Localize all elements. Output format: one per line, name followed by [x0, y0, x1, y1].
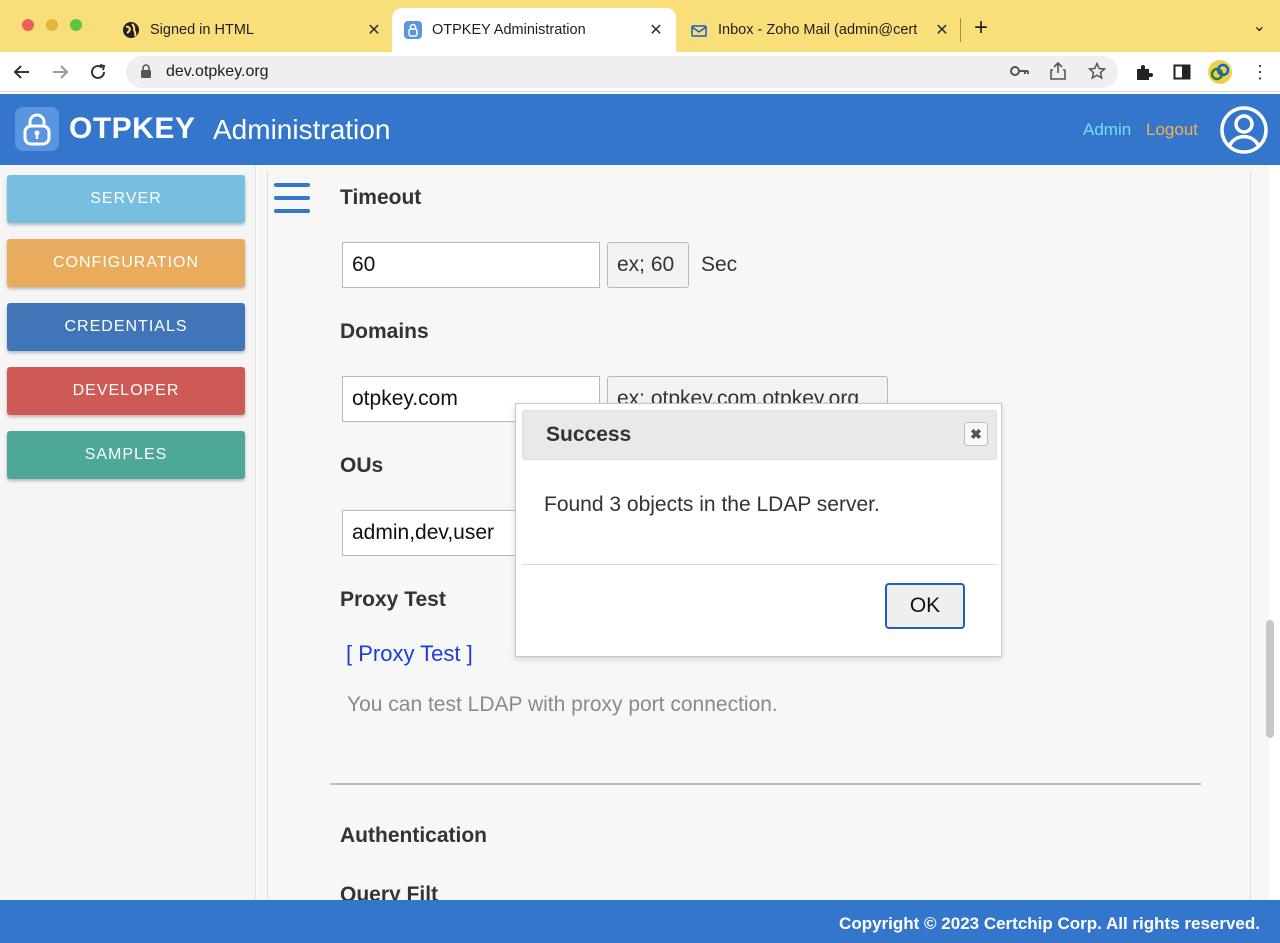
browser-tab-otpkey[interactable]: OTPKEY Administration ✕: [392, 8, 676, 52]
close-tab-icon[interactable]: ✕: [646, 20, 666, 40]
ous-label: OUs: [340, 454, 384, 477]
sidebar: SERVER CONFIGURATION CREDENTIALS DEVELOP…: [0, 165, 256, 900]
browser-tab-zoho[interactable]: Inbox - Zoho Mail (admin@cert ✕: [690, 8, 952, 52]
footer: Copyright © 2023 Certchip Corp. All righ…: [0, 900, 1280, 943]
address-bar: dev.otpkey.org ⋮: [0, 52, 1280, 92]
close-window-icon[interactable]: [22, 19, 34, 31]
copyright-text: Copyright © 2023 Certchip Corp. All righ…: [839, 914, 1260, 933]
lock-favicon-icon: [404, 21, 422, 39]
url-text: dev.otpkey.org: [166, 63, 269, 80]
ok-button[interactable]: OK: [885, 583, 965, 629]
minimize-window-icon[interactable]: [46, 19, 58, 31]
sidebar-item-configuration[interactable]: CONFIGURATION: [7, 239, 245, 287]
proxy-test-note: You can test LDAP with proxy port connec…: [347, 693, 778, 716]
hamburger-menu-icon[interactable]: [274, 183, 310, 217]
globe-icon: [122, 21, 140, 39]
sidebar-item-developer[interactable]: DEVELOPER: [7, 367, 245, 415]
lock-icon: [140, 64, 152, 83]
dialog-title: Success: [546, 423, 632, 446]
user-avatar-icon[interactable]: [1219, 105, 1269, 155]
timeout-label: Timeout: [340, 186, 422, 209]
timeout-unit: Sec: [701, 253, 738, 276]
dialog-message: Found 3 objects in the LDAP server.: [544, 493, 880, 516]
close-tab-icon[interactable]: ✕: [932, 20, 952, 40]
domains-label: Domains: [340, 320, 429, 343]
browser-tab-bar: Signed in HTML ✕ OTPKEY Administration ✕…: [0, 0, 1280, 52]
back-arrow-icon[interactable]: [10, 60, 34, 84]
browser-menu-icon[interactable]: ⋮: [1248, 60, 1272, 84]
tab-label: Signed in HTML: [150, 22, 254, 38]
app-header: OTPKEY Administration Admin Logout: [0, 94, 1280, 165]
new-tab-icon[interactable]: +: [974, 14, 988, 42]
page-title: Administration: [213, 114, 391, 145]
tab-label: OTPKEY Administration: [432, 22, 586, 38]
sidebar-item-credentials[interactable]: CREDENTIALS: [7, 303, 245, 351]
bookmark-star-icon[interactable]: [1087, 61, 1107, 85]
maximize-window-icon[interactable]: [70, 19, 82, 31]
timeout-input[interactable]: 60: [342, 242, 600, 288]
sidebar-item-server[interactable]: SERVER: [7, 175, 245, 223]
brand-name: OTPKEY: [69, 112, 196, 145]
key-icon[interactable]: [1010, 62, 1030, 85]
extensions-puzzle-icon[interactable]: [1132, 60, 1156, 84]
page-scrollbar[interactable]: [1266, 620, 1274, 738]
close-tab-icon[interactable]: ✕: [364, 20, 384, 40]
query-filter-label: Query Filt: [340, 883, 439, 900]
tab-label: Inbox - Zoho Mail (admin@cert: [718, 22, 918, 38]
forward-arrow-icon[interactable]: [48, 60, 72, 84]
dialog-divider: [522, 564, 997, 565]
section-divider: [330, 783, 1201, 785]
dialog-header: Success ✖: [522, 410, 997, 460]
profile-avatar-icon[interactable]: [1207, 59, 1233, 85]
sidebar-item-samples[interactable]: SAMPLES: [7, 431, 245, 479]
mail-icon: [690, 21, 708, 39]
browser-tab-signed-in[interactable]: Signed in HTML ✕: [122, 8, 384, 52]
timeout-hint: ex; 60: [607, 242, 689, 288]
tab-separator: [960, 18, 961, 42]
otpkey-logo-icon: [15, 107, 59, 151]
close-icon[interactable]: ✖: [964, 422, 988, 446]
success-dialog: Success ✖ Found 3 objects in the LDAP se…: [515, 403, 1002, 657]
reload-icon[interactable]: [86, 60, 110, 84]
tab-search-chevron-icon[interactable]: ⌄: [1253, 16, 1266, 36]
admin-link[interactable]: Admin: [1083, 120, 1131, 140]
authentication-label: Authentication: [340, 824, 487, 847]
side-panel-icon[interactable]: [1170, 60, 1194, 84]
proxy-test-link[interactable]: [ Proxy Test ]: [346, 641, 473, 667]
share-icon[interactable]: [1050, 61, 1066, 85]
logout-link[interactable]: Logout: [1146, 120, 1198, 140]
proxy-test-label: Proxy Test: [340, 588, 446, 611]
url-field[interactable]: dev.otpkey.org: [126, 56, 1118, 88]
